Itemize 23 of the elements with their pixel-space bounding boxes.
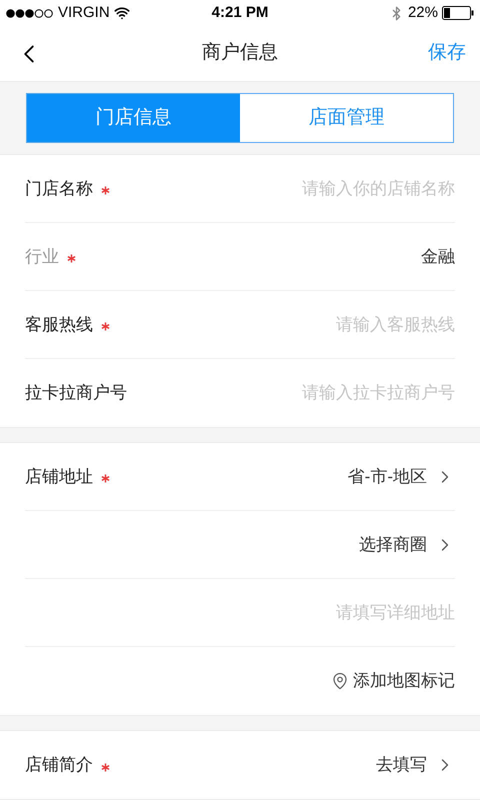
field-label: 行业	[25, 246, 59, 268]
text-field[interactable]: 请填写详细地址	[37, 600, 455, 626]
wifi-icon	[114, 5, 130, 21]
select-button[interactable]: 选择商圈	[359, 532, 455, 558]
status-time: 4:21 PM	[212, 2, 268, 23]
carrier-name: VIRGIN	[58, 2, 110, 23]
text-field[interactable]: 请输入拉卡拉商户号	[139, 380, 455, 406]
battery-icon	[442, 6, 474, 20]
map-pin-icon	[331, 672, 349, 690]
select-button[interactable]: 省-市-地区	[348, 464, 455, 490]
field-label: 店铺地址	[25, 466, 93, 488]
signal-icon	[6, 8, 54, 18]
field-label: 门店名称	[25, 178, 93, 200]
text-field[interactable]: 请输入客服热线	[122, 312, 455, 338]
battery-percent: 22%	[408, 2, 438, 23]
field-value: 金融	[421, 246, 455, 268]
map-marker-button[interactable]: 添加地图标记	[331, 668, 455, 694]
page-title: 商户信息	[202, 41, 278, 66]
select-button[interactable]: 去填写	[376, 752, 455, 778]
field-label: 客服热线	[25, 314, 93, 336]
field-label: 拉卡拉商户号	[25, 382, 127, 404]
text-field[interactable]: 请输入你的店铺名称	[122, 176, 455, 202]
field-label: 店铺简介	[25, 754, 93, 776]
